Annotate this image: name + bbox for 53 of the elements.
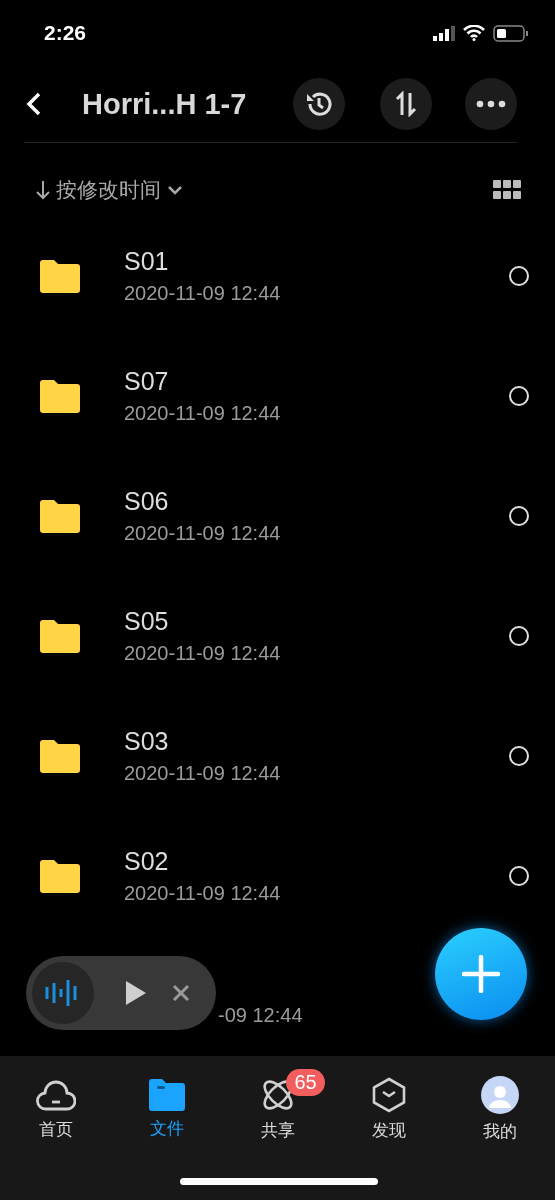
- nav-tab[interactable]: 发现: [333, 1066, 444, 1142]
- sort-dropdown[interactable]: 按修改时间: [36, 175, 183, 204]
- count-badge: 65: [286, 1068, 325, 1096]
- battery-icon: [493, 24, 529, 42]
- folder-icon: [40, 739, 80, 773]
- file-date: 2020-11-09 12:44: [124, 402, 282, 425]
- add-button[interactable]: [435, 928, 527, 1020]
- avatar-icon: [480, 1075, 519, 1114]
- status-time: 2:26: [44, 21, 87, 45]
- signal-icon: [433, 25, 455, 41]
- file-name[interactable]: S03: [124, 727, 509, 756]
- nav-tab[interactable]: 首页: [0, 1067, 111, 1141]
- select-radio[interactable]: [509, 506, 529, 526]
- folder-icon: [40, 619, 80, 653]
- plus-icon: [462, 955, 500, 993]
- select-radio[interactable]: [509, 866, 529, 886]
- folder-icon: [40, 259, 80, 293]
- file-date: 2020-11-09 12:44: [124, 642, 282, 665]
- select-radio[interactable]: [509, 746, 529, 766]
- folder-icon: [40, 859, 80, 893]
- file-name[interactable]: S02: [124, 847, 509, 876]
- file-date: 2020-11-09 12:44: [124, 762, 282, 785]
- select-radio[interactable]: [509, 386, 529, 406]
- file-date: 2020-11-09 12:44: [124, 282, 282, 305]
- wifi-icon: [463, 25, 485, 41]
- file-name[interactable]: S05: [124, 607, 509, 636]
- waveform-icon: [32, 962, 94, 1024]
- nav-tab[interactable]: 我的: [444, 1065, 555, 1143]
- sort-button[interactable]: [380, 78, 432, 130]
- folder-icon: [40, 499, 80, 533]
- file-name[interactable]: S01: [124, 247, 509, 276]
- history-button[interactable]: [293, 78, 345, 130]
- file-name[interactable]: S07: [124, 367, 509, 396]
- more-icon: [476, 100, 506, 108]
- file-date: -09 12:44: [218, 1003, 303, 1027]
- file-date: 2020-11-09 12:44: [124, 882, 282, 905]
- folder-icon: [40, 379, 80, 413]
- select-radio[interactable]: [509, 266, 529, 286]
- nav-tab[interactable]: 共享 65: [222, 1066, 333, 1142]
- grid-view-icon[interactable]: [493, 179, 521, 200]
- folder-title: Horri...H 1-7: [82, 87, 248, 121]
- play-button[interactable]: [124, 978, 148, 1008]
- cube-icon: [371, 1076, 406, 1113]
- arrow-down-icon: [36, 179, 50, 200]
- more-button[interactable]: [465, 78, 517, 130]
- nav-tab[interactable]: 文件: [111, 1068, 222, 1140]
- close-button[interactable]: [172, 984, 190, 1002]
- file-name[interactable]: S06: [124, 487, 509, 516]
- file-date: 2020-11-09 12:44: [124, 522, 282, 545]
- swap-arrows-icon: [393, 91, 419, 117]
- select-radio[interactable]: [509, 626, 529, 646]
- chevron-down-icon: [167, 184, 183, 195]
- folder-icon: [148, 1078, 185, 1111]
